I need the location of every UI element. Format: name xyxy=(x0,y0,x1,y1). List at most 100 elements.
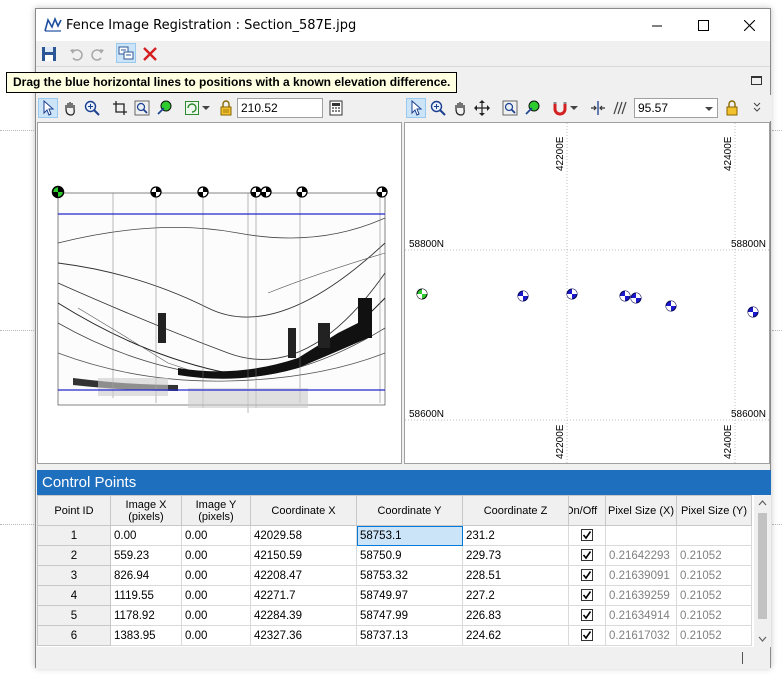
cell-coord-x[interactable]: 42284.39 xyxy=(250,605,357,626)
control-point-5[interactable] xyxy=(260,186,272,198)
cell-py[interactable]: 0.21052 xyxy=(676,565,753,586)
register-button[interactable] xyxy=(116,43,136,63)
cell-px[interactable]: 0.21642293 xyxy=(604,545,678,566)
scale-value-field[interactable]: 210.52 xyxy=(237,98,323,118)
cell-coord-x[interactable]: 42208.47 xyxy=(250,565,357,586)
cell-on-off[interactable] xyxy=(568,605,606,626)
checkbox[interactable] xyxy=(581,549,593,562)
cell-py[interactable]: 0.21052 xyxy=(676,545,753,566)
cell-coord-y[interactable]: 58753.1 xyxy=(356,525,463,546)
table-row[interactable]: 4 1119.55 0.00 42271.7 58749.97 227.2 0.216392… xyxy=(37,585,753,606)
map-zoom-box-button[interactable] xyxy=(500,98,520,118)
grid-vertical-scrollbar[interactable] xyxy=(754,495,771,647)
minimize-button[interactable] xyxy=(634,9,680,41)
crop-button[interactable] xyxy=(110,98,130,118)
cell-px[interactable] xyxy=(604,525,678,546)
pan-tool-button[interactable] xyxy=(60,98,80,118)
cell-py[interactable]: 0.21052 xyxy=(676,625,753,646)
table-row[interactable]: 6 1383.95 0.00 42327.36 58737.13 224.62 0.2161… xyxy=(37,625,753,646)
zoom-in-button[interactable] xyxy=(82,98,102,118)
map-lock-button[interactable] xyxy=(722,98,742,118)
map-control-points[interactable] xyxy=(416,288,759,318)
zoom-box-button[interactable] xyxy=(132,98,152,118)
maximize-button[interactable] xyxy=(680,9,726,41)
control-point-4[interactable] xyxy=(250,186,262,198)
cell-py[interactable] xyxy=(676,525,753,546)
cell-coord-z[interactable]: 229.73 xyxy=(462,545,569,566)
cell-image-x[interactable]: 1178.92 xyxy=(110,605,182,626)
map-point-1[interactable] xyxy=(416,288,428,300)
plan-map-panel[interactable]: 42200E 42400E 42200E 42400E 58800N 58800… xyxy=(404,122,770,464)
cell-on-off[interactable] xyxy=(568,625,606,646)
snap-button[interactable] xyxy=(550,98,570,118)
cell-image-x[interactable]: 0.00 xyxy=(110,525,182,546)
toolbar-overflow-button[interactable] xyxy=(750,98,764,118)
cell-coord-z[interactable]: 231.2 xyxy=(462,525,569,546)
cell-id[interactable]: 4 xyxy=(37,585,111,606)
cell-id[interactable]: 2 xyxy=(37,545,111,566)
cell-coord-z[interactable]: 228.51 xyxy=(462,565,569,586)
cell-on-off[interactable] xyxy=(568,545,606,566)
cell-coord-z[interactable]: 226.83 xyxy=(462,605,569,626)
pointer-tool-button[interactable] xyxy=(38,98,58,118)
cell-on-off[interactable] xyxy=(568,565,606,586)
cell-image-y[interactable]: 0.00 xyxy=(181,585,251,606)
map-zoom-in-button[interactable] xyxy=(428,98,448,118)
table-row[interactable]: 3 826.94 0.00 42208.47 58753.32 228.51 0.21639… xyxy=(37,565,753,586)
cell-image-x[interactable]: 559.23 xyxy=(110,545,182,566)
control-point-3[interactable] xyxy=(197,186,209,198)
undo-button[interactable] xyxy=(66,44,86,64)
refresh-button[interactable] xyxy=(182,98,202,118)
col-header-image-x[interactable]: Image X (pixels) xyxy=(110,495,182,526)
control-point-1[interactable] xyxy=(51,185,65,199)
cell-id[interactable]: 3 xyxy=(37,565,111,586)
control-point-7[interactable] xyxy=(376,186,388,198)
map-move-button[interactable] xyxy=(472,98,492,118)
map-point-5[interactable] xyxy=(630,292,642,304)
zoom-value-field[interactable]: 95.57 xyxy=(634,98,718,118)
checkbox[interactable] xyxy=(581,589,593,602)
panel-maximize-icon[interactable] xyxy=(751,76,762,85)
map-point-2[interactable] xyxy=(517,290,529,302)
cell-image-y[interactable]: 0.00 xyxy=(181,565,251,586)
cell-px[interactable]: 0.21634914 xyxy=(604,605,678,626)
col-header-point-id[interactable]: Point ID xyxy=(37,495,111,526)
col-header-coord-z[interactable]: Coordinate Z xyxy=(462,495,569,526)
col-header-pixel-size-y[interactable]: Pixel Size (Y) xyxy=(676,495,753,526)
save-button[interactable] xyxy=(39,44,59,64)
redo-button[interactable] xyxy=(88,44,108,64)
cell-coord-x[interactable]: 42029.58 xyxy=(250,525,357,546)
refresh-dropdown[interactable] xyxy=(201,98,211,118)
map-point-7[interactable] xyxy=(747,306,759,318)
cell-on-off[interactable] xyxy=(568,525,606,546)
cell-px[interactable]: 0.21617032 xyxy=(604,625,678,646)
map-pan-button[interactable] xyxy=(450,98,470,118)
col-header-coord-x[interactable]: Coordinate X xyxy=(250,495,357,526)
section-image-panel[interactable] xyxy=(37,122,402,464)
add-point-button[interactable] xyxy=(154,98,174,118)
delete-button[interactable] xyxy=(140,44,160,64)
cell-coord-y[interactable]: 58750.9 xyxy=(356,545,463,566)
cell-image-y[interactable]: 0.00 xyxy=(181,525,251,546)
control-point-2[interactable] xyxy=(150,186,162,198)
cell-coord-y[interactable]: 58753.32 xyxy=(356,565,463,586)
cell-coord-y[interactable]: 58737.13 xyxy=(356,625,463,646)
col-header-coord-y[interactable]: Coordinate Y xyxy=(356,495,463,526)
section-button[interactable] xyxy=(610,98,630,118)
cell-coord-y[interactable]: 58749.97 xyxy=(356,585,463,606)
cell-coord-x[interactable]: 42327.36 xyxy=(250,625,357,646)
cell-px[interactable]: 0.21639259 xyxy=(604,585,678,606)
cell-image-y[interactable]: 0.00 xyxy=(181,605,251,626)
checkbox[interactable] xyxy=(581,529,593,542)
lock-scale-button[interactable] xyxy=(216,98,236,118)
map-add-point-button[interactable] xyxy=(522,98,542,118)
map-point-3[interactable] xyxy=(566,288,578,300)
col-header-on-off[interactable]: On/Off xyxy=(568,495,606,526)
cell-coord-x[interactable]: 42271.7 xyxy=(250,585,357,606)
cell-id[interactable]: 5 xyxy=(37,605,111,626)
checkbox[interactable] xyxy=(581,569,593,582)
table-row[interactable]: 5 1178.92 0.00 42284.39 58747.99 226.83 0.2163… xyxy=(37,605,753,626)
plan-map-canvas[interactable]: 42200E 42400E 42200E 42400E 58800N 58800… xyxy=(405,123,769,463)
close-button[interactable] xyxy=(726,9,772,41)
cell-px[interactable]: 0.21639091 xyxy=(604,565,678,586)
